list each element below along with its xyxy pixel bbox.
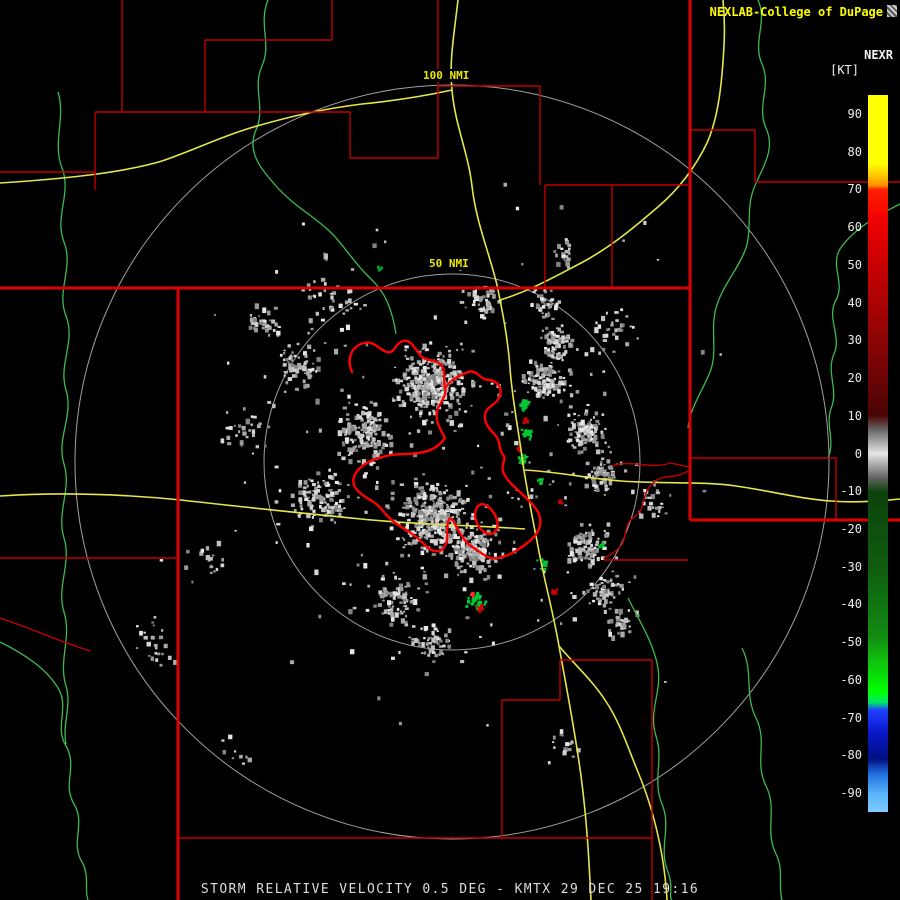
colorbar-units: [KT] <box>830 63 859 77</box>
range-rings <box>74 84 830 840</box>
range-ring-label-100nmi: 100 NMI <box>421 69 472 82</box>
radar-map-canvas <box>0 0 900 900</box>
rivers-layer <box>0 0 900 900</box>
echo-layer <box>135 182 722 765</box>
range-ring-label-50nmi: 50 NMI <box>427 257 471 270</box>
colorbar-title: NEXR <box>864 48 893 62</box>
sprite-icon <box>887 5 897 17</box>
velocity-colorbar <box>868 95 888 812</box>
range-ring-100nmi <box>74 84 830 840</box>
state-borders <box>0 0 900 900</box>
radar-display: 100 NMI 50 NMI NEXLAB-College of DuPage … <box>0 0 900 900</box>
roads-layer <box>0 0 900 900</box>
county-borders <box>0 0 900 900</box>
brand-text: NEXLAB-College of DuPage <box>709 5 883 19</box>
status-bar: STORM RELATIVE VELOCITY 0.5 DEG - KMTX 2… <box>200 882 700 897</box>
